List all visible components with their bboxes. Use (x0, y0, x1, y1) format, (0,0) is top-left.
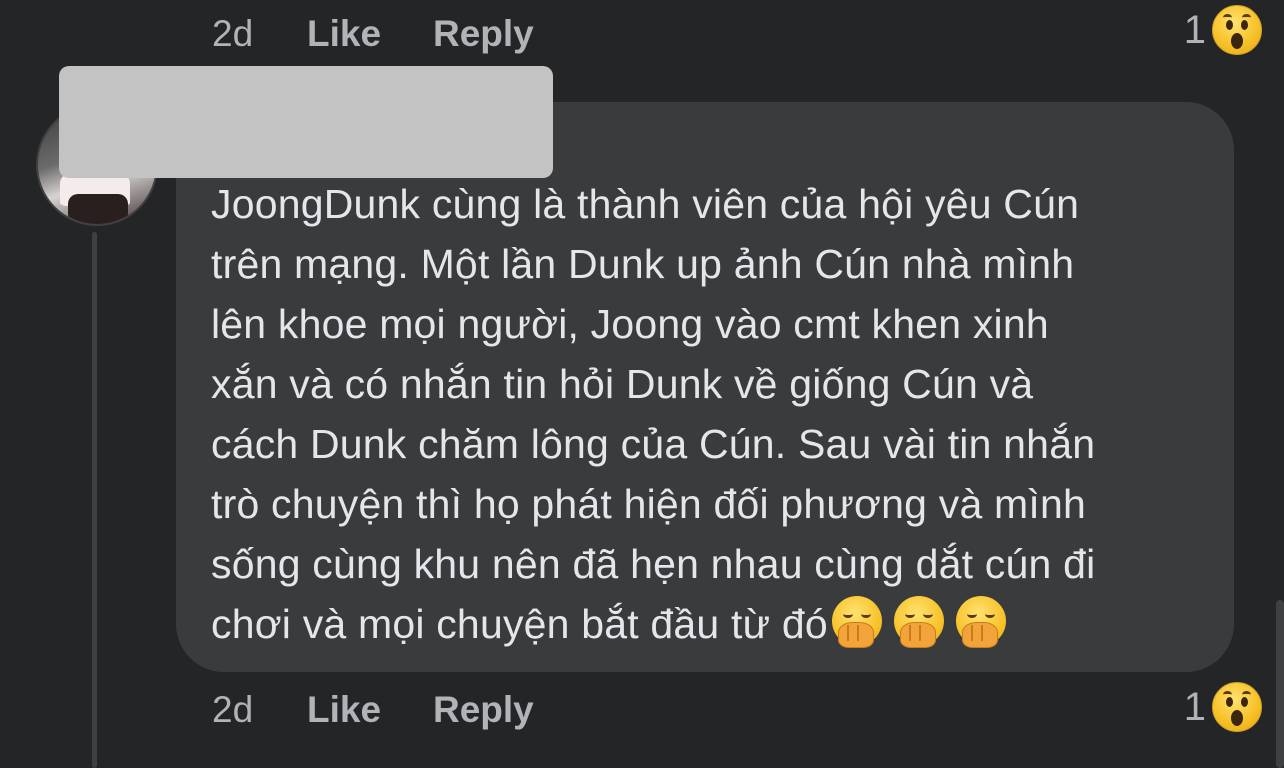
comment-timestamp[interactable]: 2d (212, 13, 307, 55)
comment-thread: 2d Like Reply 1 JoongDunk cùng là thành … (0, 0, 1284, 768)
wow-icon (1212, 682, 1262, 732)
face-with-hand-over-mouth-icon (831, 596, 882, 648)
comment-text: JoongDunk cùng là thành viên của hội yêu… (211, 181, 1096, 647)
reaction-count: 1 (1183, 7, 1206, 52)
previous-comment-actions: 2d Like Reply (212, 13, 534, 55)
reaction-count: 1 (1183, 684, 1206, 729)
wow-icon (1212, 5, 1262, 55)
reply-button[interactable]: Reply (433, 13, 534, 55)
reply-button[interactable]: Reply (433, 689, 534, 731)
thread-line (92, 232, 97, 768)
redacted-author-name (59, 66, 553, 178)
like-button[interactable]: Like (307, 689, 433, 731)
scrollbar[interactable] (1276, 600, 1284, 768)
comment-actions: 2d Like Reply (212, 689, 534, 731)
reaction-summary[interactable]: 1 (1184, 681, 1262, 733)
like-button[interactable]: Like (307, 13, 433, 55)
face-with-hand-over-mouth-icon (955, 596, 1006, 648)
reaction-summary[interactable]: 1 (1184, 4, 1262, 56)
face-with-hand-over-mouth-icon (893, 596, 944, 648)
emoji-group (828, 596, 1014, 648)
comment-body: JoongDunk cùng là thành viên của hội yêu… (211, 174, 1221, 654)
comment-timestamp[interactable]: 2d (212, 689, 307, 731)
